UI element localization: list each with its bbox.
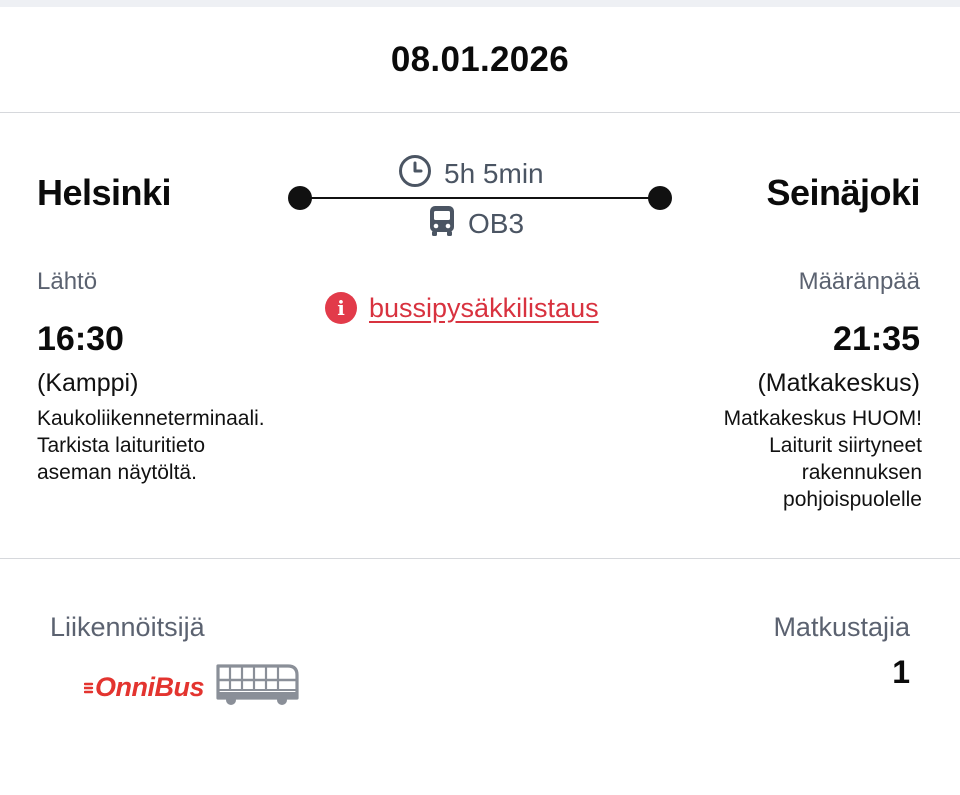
operator-label: Liikennöitsijä	[50, 612, 205, 642]
top-strip	[0, 0, 960, 7]
logo-text: OnniBus	[95, 672, 205, 702]
arrival-note-line: Laiturit siirtyneet	[769, 434, 922, 457]
bus-line: OB3	[428, 205, 525, 244]
arrival-note-line: pohjoispuolelle	[783, 488, 922, 511]
line-number: OB3	[468, 208, 525, 239]
departure-note-line: Tarkista laituritieto	[37, 434, 206, 457]
arrival-note-line: Matkakeskus HUOM!	[723, 407, 922, 430]
arrival-station: (Matkakeskus)	[757, 369, 920, 397]
onnibus-wordmark: OnniBus	[84, 672, 205, 703]
departure-note-line: aseman näytöltä.	[37, 461, 197, 484]
passengers-label: Matkustajia	[773, 612, 910, 642]
trip-date: 08.01.2026	[390, 40, 570, 79]
bus-icon	[428, 205, 456, 244]
duration-text: 5h 5min	[444, 158, 544, 189]
departure-station: (Kamppi)	[37, 369, 139, 397]
stop-list-alert[interactable]: i bussipysäkkilistaus	[325, 290, 599, 326]
departure-time: 16:30	[37, 320, 124, 358]
route-connector	[300, 197, 660, 199]
divider-top	[0, 112, 960, 113]
arrival-note-line: rakennuksen	[801, 461, 922, 484]
departure-label: Lähtö	[37, 268, 98, 295]
departure-city: Helsinki	[37, 172, 172, 213]
divider-bottom	[0, 558, 960, 559]
route-end-dot	[648, 186, 672, 210]
double-decker-bus-icon	[214, 662, 300, 713]
trip-duration: 5h 5min	[398, 154, 544, 195]
operator-logo: OnniBus	[84, 662, 300, 713]
passenger-count: 1	[892, 654, 910, 690]
arrival-city: Seinäjoki	[766, 172, 920, 213]
clock-icon	[398, 154, 432, 195]
info-icon: i	[325, 292, 357, 324]
departure-note: Kaukoliikenneterminaali. Tarkista laitur…	[37, 405, 337, 486]
departure-note-line: Kaukoliikenneterminaali.	[37, 407, 265, 430]
route-start-dot	[288, 186, 312, 210]
stop-list-link[interactable]: bussipysäkkilistaus	[369, 293, 599, 324]
arrival-note: Matkakeskus HUOM! Laiturit siirtyneet ra…	[662, 405, 922, 513]
arrival-label: Määränpää	[798, 268, 920, 295]
arrival-time: 21:35	[833, 320, 920, 358]
